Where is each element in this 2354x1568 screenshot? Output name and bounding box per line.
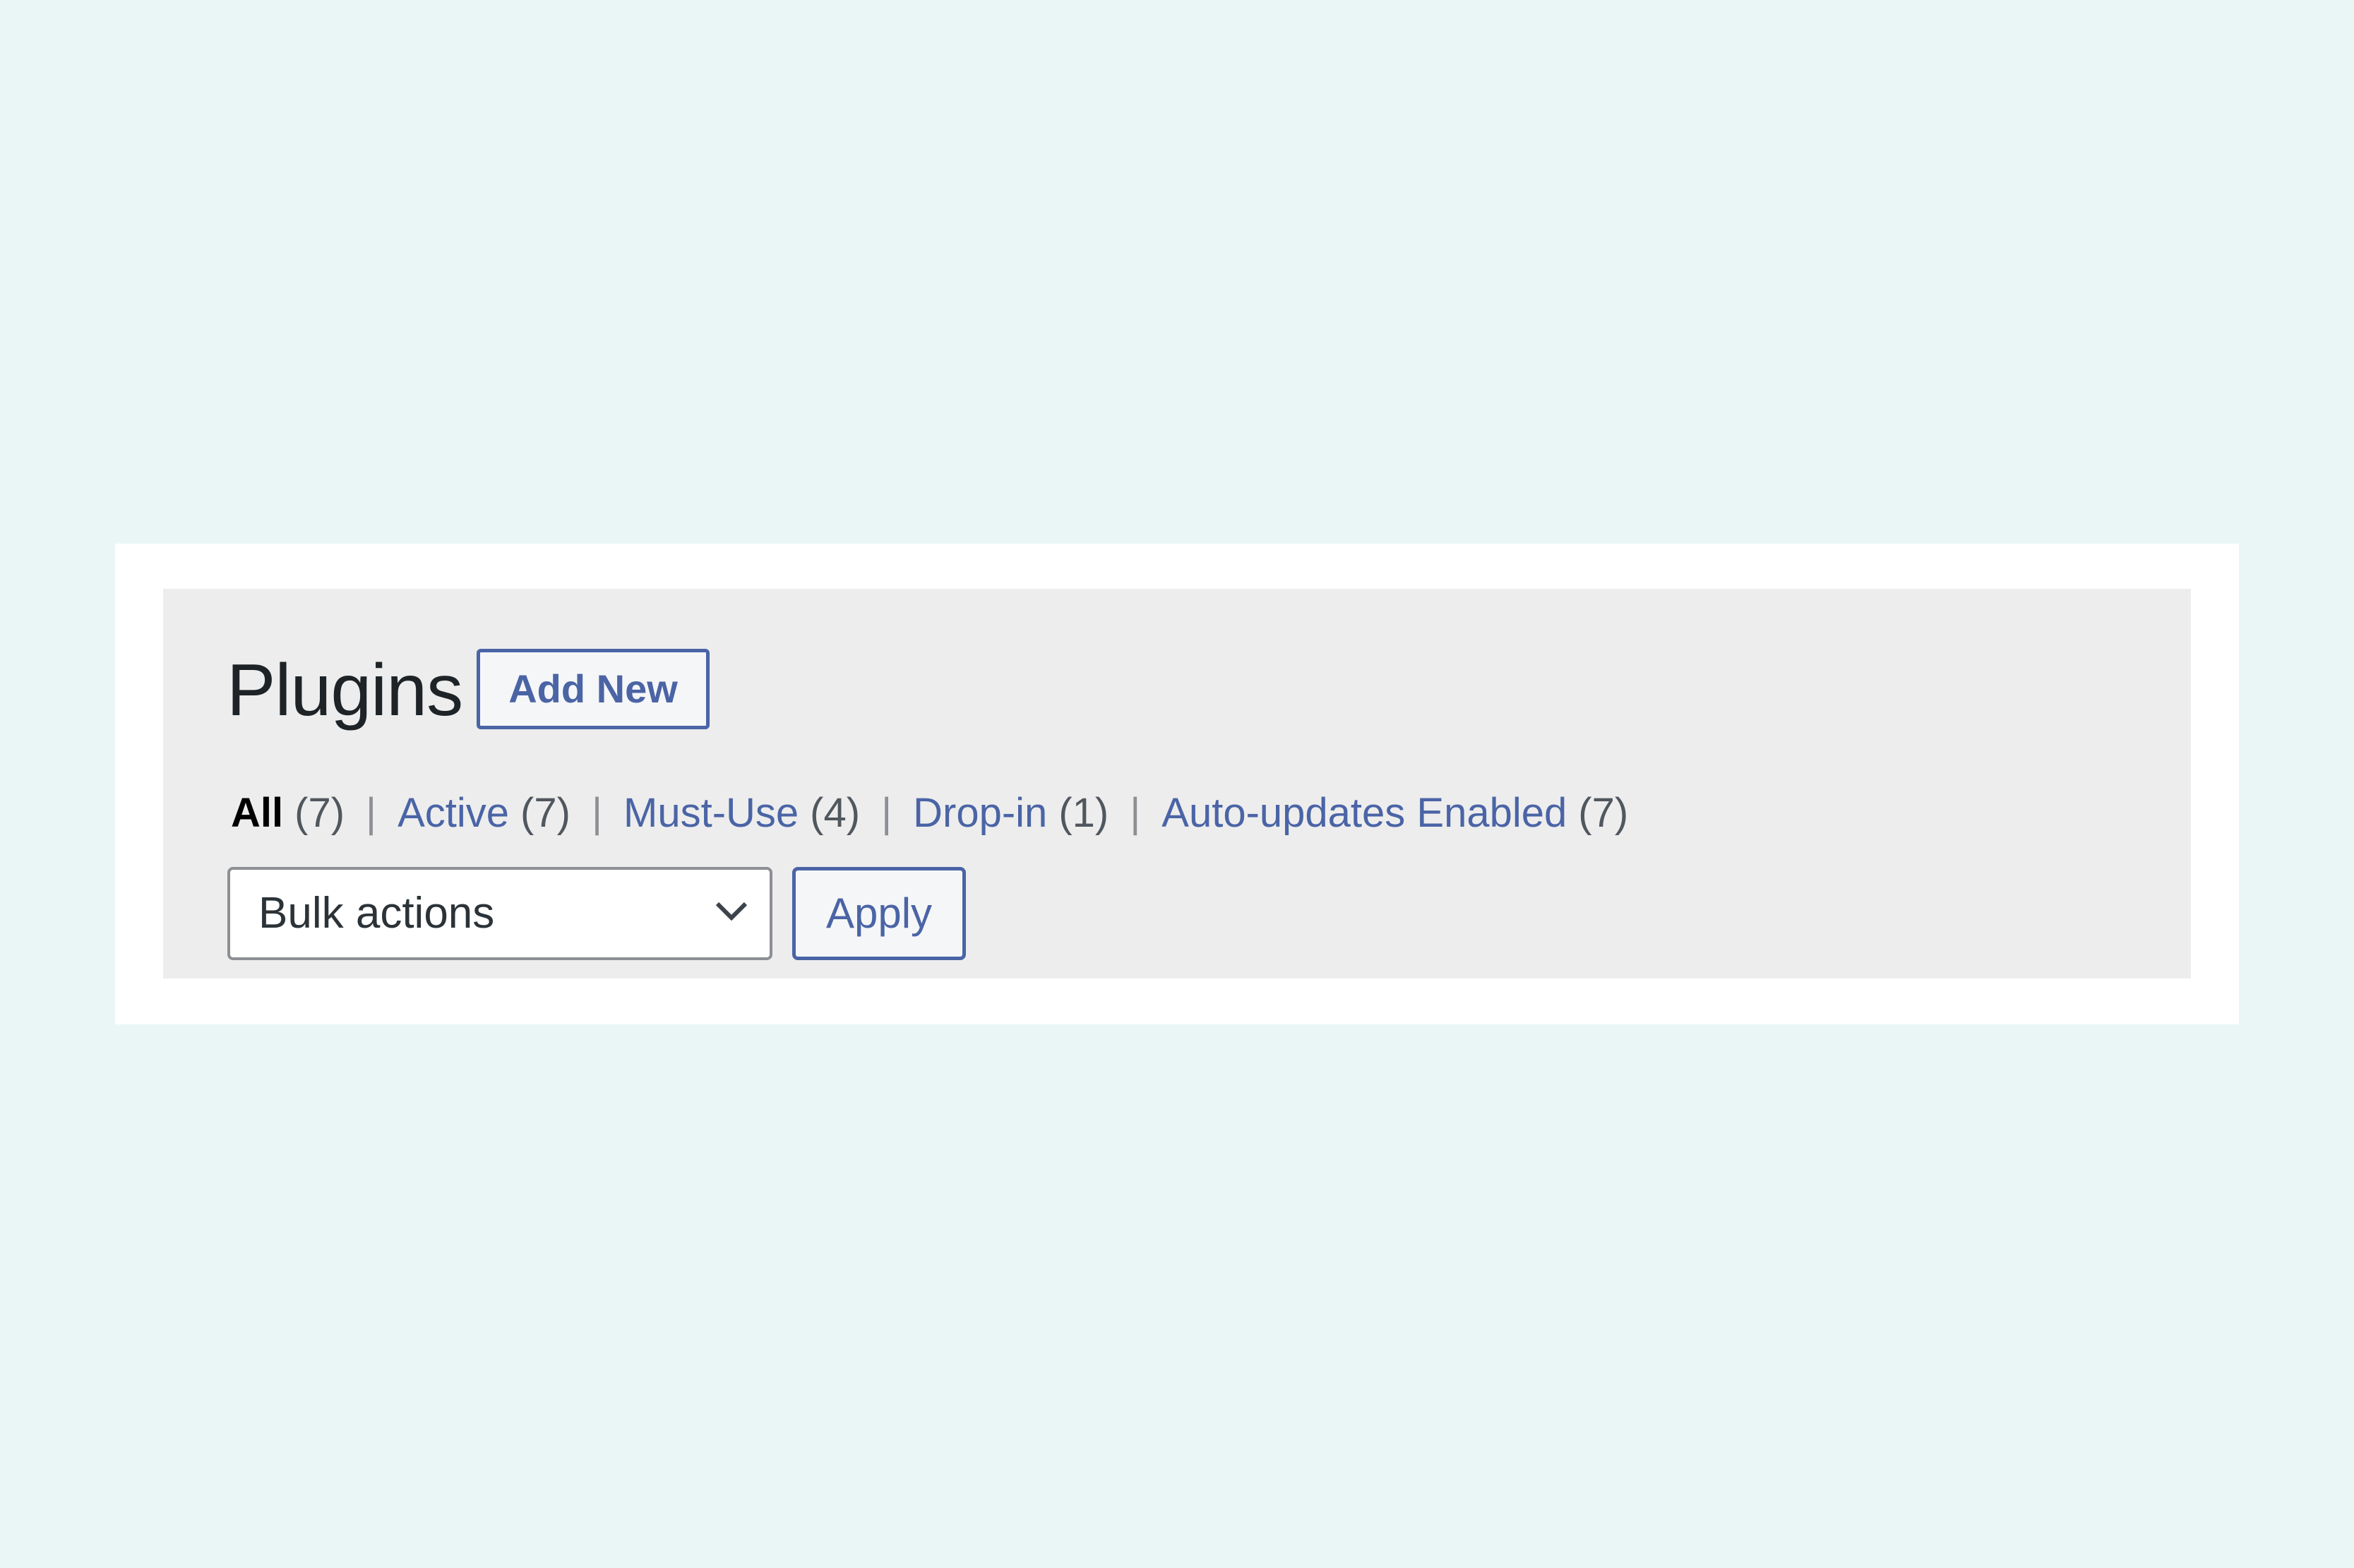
bulk-actions-select[interactable]: Bulk actions xyxy=(227,867,772,960)
apply-bulk-action-button[interactable]: Apply xyxy=(792,867,966,960)
filter-must-use-link[interactable]: Must-Use xyxy=(623,785,799,842)
bulk-actions-selected-value: Bulk actions xyxy=(258,889,495,938)
plugin-status-filters: All (7) | Active (7) | Must-Use (4) | Dr… xyxy=(231,785,1628,842)
filter-drop-in-count: (1) xyxy=(1058,790,1109,836)
filter-active-count: (7) xyxy=(520,790,570,836)
filter-auto-updates-enabled-link[interactable]: Auto-updates Enabled xyxy=(1161,785,1567,842)
filter-separator: | xyxy=(366,790,377,836)
filter-all-link[interactable]: All xyxy=(231,785,283,842)
filter-separator: | xyxy=(591,790,603,836)
filter-separator: | xyxy=(1130,790,1141,836)
filter-item-all: All (7) | xyxy=(231,785,398,842)
add-new-plugin-button[interactable]: Add New xyxy=(477,649,710,729)
filter-active-link[interactable]: Active xyxy=(398,785,509,842)
page-title: Plugins xyxy=(227,650,463,731)
filter-auto-updates-enabled-count: (7) xyxy=(1578,790,1629,836)
filter-item-must-use: Must-Use (4) | xyxy=(623,785,913,842)
page-background: { "header": { "title": "Plugins", "add_n… xyxy=(0,0,2354,1568)
filter-item-auto-updates-enabled: Auto-updates Enabled (7) xyxy=(1161,785,1628,842)
filter-all-count: (7) xyxy=(294,790,345,836)
chevron-down-icon xyxy=(715,902,748,921)
filter-item-active: Active (7) | xyxy=(398,785,623,842)
filter-separator: | xyxy=(881,790,892,836)
filter-item-drop-in: Drop-in (1) | xyxy=(913,785,1161,842)
filter-must-use-count: (4) xyxy=(810,790,861,836)
filter-drop-in-link[interactable]: Drop-in xyxy=(913,785,1047,842)
